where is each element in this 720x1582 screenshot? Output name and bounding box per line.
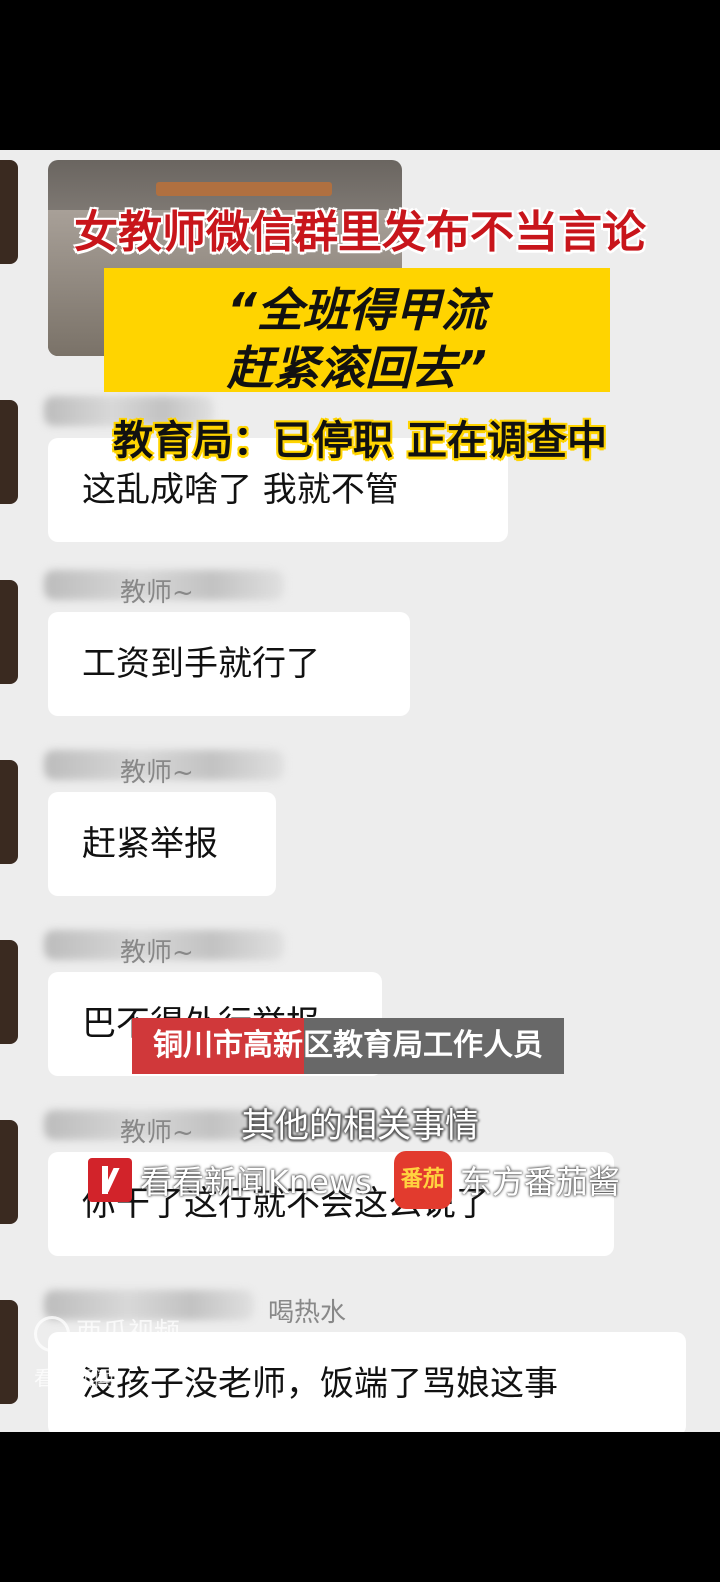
xigua-icon (34, 1315, 70, 1352)
avatar (0, 940, 18, 1044)
sender-name: 喝热水 (268, 1298, 347, 1328)
speaker-name-text: 铜川市高新区教育局工作人员 (153, 1028, 543, 1063)
photo-shelf (156, 182, 332, 196)
sender-name: 教师~ (120, 938, 194, 968)
avatar (0, 580, 18, 684)
letterbox-bottom (0, 1432, 720, 1582)
fanqie-logo-text: 番茄 (400, 1167, 445, 1192)
video-subtitle: 其他的相关事情 (241, 1106, 479, 1146)
video-subheadline: 教育局：已停职 正在调查中 (113, 418, 607, 464)
chat-bubble: 赶紧举报 (48, 792, 276, 896)
avatar (0, 1300, 18, 1404)
avatar (0, 760, 18, 864)
fanqie-logo-icon: 番茄 (393, 1151, 452, 1209)
fanqie-label: 东方番茄酱 (459, 1163, 620, 1201)
knews-label: 看看新闻Knews (140, 1163, 372, 1201)
message-text: 赶紧举报 (82, 824, 218, 864)
message-text: 没孩子没老师，饭端了骂娘这事 (82, 1364, 558, 1404)
kankan-watermark: 看看新闻 (34, 1366, 114, 1390)
knews-logo-icon (88, 1158, 136, 1202)
sender-name: 教师~ (120, 578, 194, 608)
sender-name: 教师~ (120, 758, 194, 788)
letterbox-top (0, 0, 720, 150)
chat-bubble: 工资到手就行了 (48, 612, 410, 716)
quote-line-2: 赶紧滚回去” (227, 341, 487, 395)
xigua-text: 西瓜视频 (76, 1318, 181, 1348)
brand-row: 看看新闻Knews 番茄 东方番茄酱 (88, 1150, 620, 1210)
quote-line-1: “全班得甲流 (227, 283, 487, 337)
xigua-watermark: 西瓜视频 (34, 1312, 180, 1352)
message-text: 这乱成啥了 我就不管 (82, 470, 399, 510)
video-headline: 女教师微信群里发布不当言论 (74, 207, 646, 258)
message-text: 工资到手就行了 (82, 644, 320, 684)
speaker-name-caption: 铜川市高新区教育局工作人员 (132, 1018, 564, 1074)
